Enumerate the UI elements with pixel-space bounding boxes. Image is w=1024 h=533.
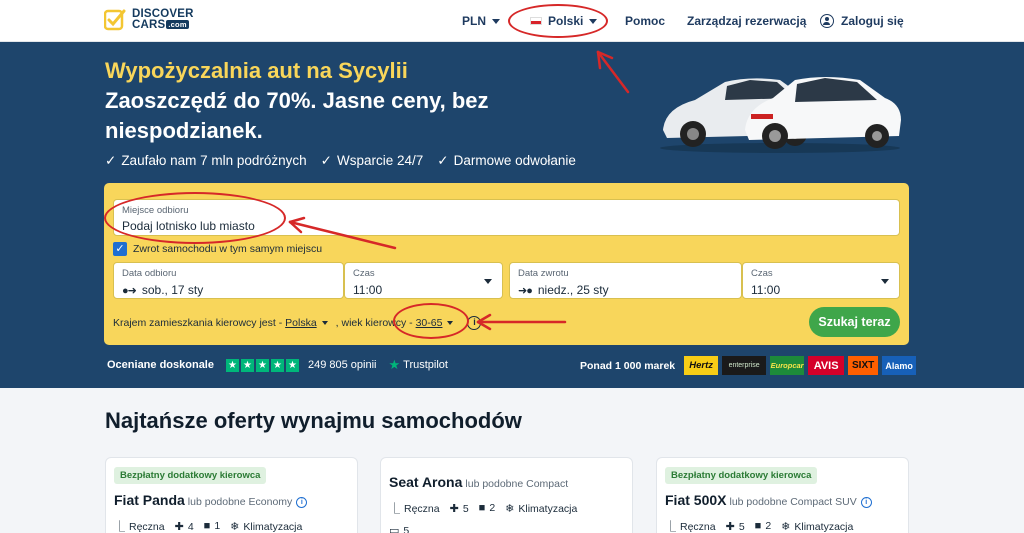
- offer-card[interactable]: Bezpłatny dodatkowy kierowca Fiat 500X lu…: [656, 457, 909, 533]
- manage-booking-link[interactable]: Zarządzaj rezerwacją: [687, 0, 806, 42]
- pickup-location-label: Miejsce odbioru: [122, 205, 189, 216]
- car-name: Seat Arona: [389, 474, 463, 490]
- car-doors: ▭ 5: [389, 524, 409, 533]
- chevron-down-icon: [492, 18, 500, 24]
- residency-select[interactable]: Polska: [285, 317, 317, 329]
- chevron-down-icon: [881, 279, 889, 284]
- hero-subtitle: Zaoszczędź do 70%. Jasne ceny, bez niesp…: [105, 88, 489, 143]
- review-count: 249 805 opinii: [307, 359, 377, 371]
- pickup-time-label: Czas: [353, 268, 375, 279]
- perk-item: ✓ Wsparcie 24/7: [320, 153, 424, 168]
- star-icon: ★: [225, 358, 239, 372]
- seat-icon: ✚: [449, 502, 459, 515]
- same-location-checkbox[interactable]: ✓: [113, 242, 127, 256]
- return-time-label: Czas: [751, 268, 773, 279]
- star-icon: ★: [270, 358, 284, 372]
- bag-icon: ■: [478, 502, 486, 514]
- car-class: lub podobne Compact: [465, 478, 569, 490]
- trustpilot-row: Oceniane doskonale ★ ★ ★ ★ ★ 249 805 opi…: [107, 357, 448, 373]
- return-time-select[interactable]: Czas 11:00: [742, 262, 900, 299]
- rating-label: Oceniane doskonale: [107, 359, 214, 371]
- snowflake-icon: ❄: [505, 502, 515, 515]
- brands-label: Ponad 1 000 marek: [580, 359, 676, 372]
- chevron-down-icon: [321, 321, 328, 325]
- check-icon: ✓: [437, 153, 449, 168]
- car-specs: ⎿ Ręczna ✚ 4 ■ 1 ❄ Klimatyzacja: [114, 520, 303, 533]
- trustpilot-logo[interactable]: Trustpilot: [403, 359, 448, 371]
- residency-text: Krajem zamieszkania kierowcy jest -: [113, 317, 283, 329]
- rating-stars: ★ ★ ★ ★ ★: [225, 358, 299, 372]
- login-link[interactable]: Zaloguj się: [820, 0, 904, 42]
- offer-card[interactable]: Bezpłatny dodatkowy kierowca Fiat Panda l…: [105, 457, 358, 533]
- car-class: lub podobne Compact SUV: [729, 496, 857, 508]
- gearbox-icon: ⎿: [114, 521, 125, 533]
- same-location-label: Zwrot samochodu w tym samym miejscu: [133, 243, 323, 255]
- logo-text: DISCOVER CARS .com: [132, 8, 194, 31]
- enterprise-logo: enterprise: [722, 356, 767, 375]
- alamo-logo: Alamo: [882, 356, 917, 375]
- logo-check-icon: [104, 9, 126, 31]
- gearbox-icon: ⎿: [665, 521, 676, 533]
- bag-icon: ■: [754, 520, 762, 532]
- car-specs: ⎿ Ręczna ✚ 5 ■ 2 ❄ Klimatyzacja: [389, 502, 578, 515]
- trustpilot-star-icon: ★: [388, 357, 401, 372]
- free-driver-badge: Bezpłatny dodatkowy kierowca: [114, 467, 267, 484]
- star-icon: ★: [240, 358, 254, 372]
- seat-icon: ✚: [174, 520, 184, 533]
- info-icon[interactable]: i: [467, 316, 482, 330]
- avis-logo: AVIS: [808, 356, 845, 375]
- cars-image: [660, 77, 901, 153]
- hero-title: Wypożyczalnia aut na Sycylii: [105, 58, 408, 83]
- pickup-location-placeholder[interactable]: Podaj lotnisko lub miasto: [122, 219, 255, 233]
- offer-card[interactable]: Seat Arona lub podobne Compact ⎿ Ręczna ✚ 5…: [380, 457, 633, 533]
- check-icon: ✓: [320, 153, 332, 168]
- car-class: lub podobne Economy: [187, 496, 293, 508]
- car-specs: ⎿ Ręczna ✚ 5 ■ 2 ❄ Klimatyzacja: [665, 520, 854, 533]
- language-selector[interactable]: Polski: [530, 0, 598, 42]
- currency-selector[interactable]: PLN: [462, 0, 500, 42]
- pickup-time-select[interactable]: Czas 11:00: [344, 262, 503, 299]
- info-icon[interactable]: i: [296, 497, 308, 508]
- europcar-logo: Europcar: [770, 356, 805, 375]
- offers-title: Najtańsze oferty wynajmu samochodów: [105, 408, 522, 433]
- car-name: Fiat Panda: [114, 492, 185, 508]
- gearbox-icon: ⎿: [389, 503, 400, 515]
- check-icon: ✓: [105, 153, 117, 168]
- return-arrow-icon: ➜●: [518, 285, 533, 297]
- pickup-location-field[interactable]: Miejsce odbioru Podaj lotnisko lub miast…: [113, 199, 900, 236]
- seat-icon: ✚: [725, 520, 735, 533]
- star-icon: ★: [255, 358, 269, 372]
- help-link[interactable]: Pomoc: [625, 0, 665, 42]
- snowflake-icon: ❄: [230, 520, 240, 533]
- pickup-date-label: Data odbioru: [122, 268, 177, 279]
- logo[interactable]: DISCOVER CARS .com: [104, 8, 194, 32]
- chevron-down-icon: [447, 321, 454, 325]
- poland-flag-icon: [530, 17, 542, 25]
- snowflake-icon: ❄: [781, 520, 791, 533]
- driver-age-select[interactable]: 30-65: [416, 317, 443, 329]
- bag-icon: ■: [203, 520, 211, 532]
- chevron-down-icon: [484, 279, 492, 284]
- door-icon: ▭: [389, 525, 400, 533]
- pickup-arrow-icon: ●➜: [122, 285, 137, 297]
- hertz-logo: Hertz: [684, 356, 719, 375]
- age-text: , wiek kierowcy -: [335, 317, 413, 329]
- return-date-label: Data zwrotu: [518, 268, 569, 279]
- star-icon: ★: [285, 358, 299, 372]
- sixt-logo: SIXT: [848, 356, 879, 375]
- top-bar: DISCOVER CARS .com PLN Polski Pomoc Zarzą…: [0, 0, 1024, 42]
- chevron-down-icon: [589, 18, 598, 24]
- car-name: Fiat 500X: [665, 492, 727, 508]
- perks-list: ✓ Zaufało nam 7 mln podróżnych ✓ Wsparcie …: [105, 153, 576, 169]
- free-driver-badge: Bezpłatny dodatkowy kierowca: [665, 467, 818, 484]
- perk-item: ✓ Zaufało nam 7 mln podróżnych: [105, 153, 307, 168]
- user-icon: [820, 14, 834, 28]
- driver-settings: Krajem zamieszkania kierowcy jest - Pols…: [113, 316, 482, 330]
- return-date-field[interactable]: Data zwrotu ➜● niedz., 25 sty: [509, 262, 742, 299]
- pickup-date-field[interactable]: Data odbioru ●➜ sob., 17 sty: [113, 262, 344, 299]
- info-icon[interactable]: i: [860, 497, 872, 508]
- search-now-button[interactable]: Szukaj teraz: [809, 307, 900, 337]
- brands-row: Ponad 1 000 marek Hertz enterprise Europ…: [580, 356, 917, 375]
- perk-item: ✓ Darmowe odwołanie: [437, 153, 576, 168]
